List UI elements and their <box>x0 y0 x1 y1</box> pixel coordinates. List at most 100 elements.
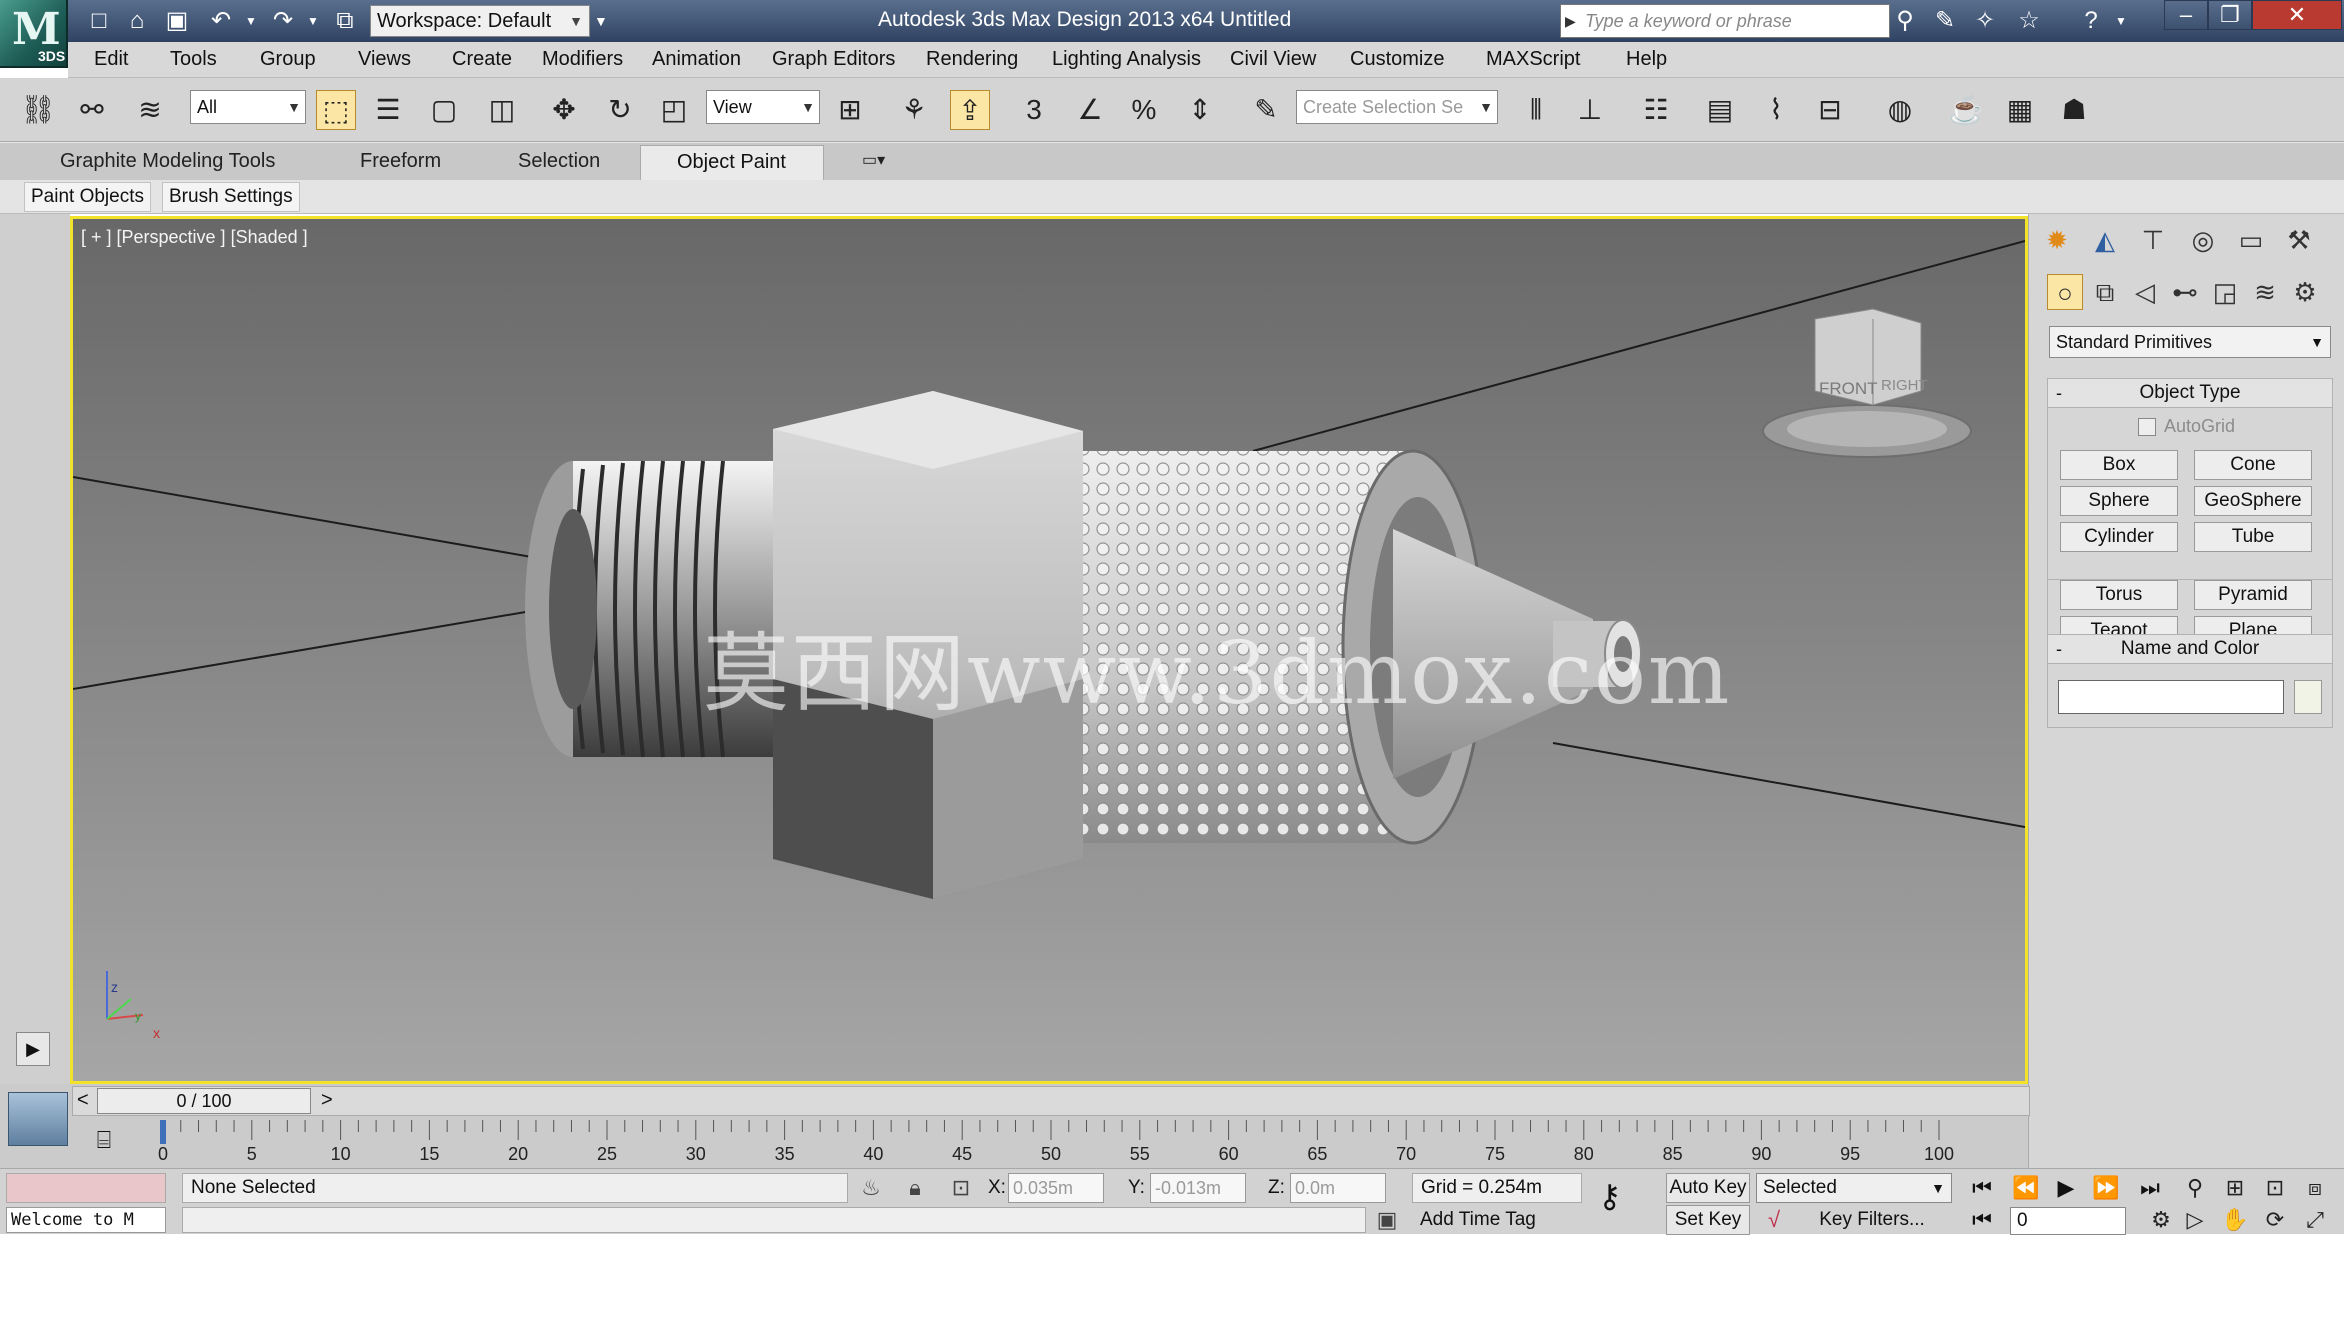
geometry-category-icon[interactable]: ○ <box>2047 274 2083 310</box>
play-animation-icon[interactable]: ▶ <box>2050 1173 2082 1203</box>
select-and-move-icon[interactable]: ✥ <box>544 90 584 130</box>
object-color-swatch[interactable] <box>2294 680 2322 714</box>
select-object-icon[interactable]: ⬚ <box>316 90 356 130</box>
current-frame-marker[interactable] <box>160 1120 166 1144</box>
percent-snap-icon[interactable]: % <box>1124 90 1164 130</box>
schematic-view-icon[interactable]: ⊟ <box>1810 90 1850 130</box>
render-production-icon[interactable]: ☗ <box>2054 90 2094 130</box>
viewcube-right-label[interactable]: RIGHT <box>1881 377 1928 394</box>
time-configuration-icon[interactable]: ⚙ <box>2144 1205 2178 1235</box>
menu-lighting-analysis[interactable]: Lighting Analysis <box>1052 48 1201 71</box>
object-category-dropdown[interactable]: Standard Primitives ▼ <box>2049 326 2331 358</box>
object-type-rollout-header[interactable]: - Object Type <box>2047 378 2333 408</box>
window-crossing-icon[interactable]: ◫ <box>482 90 522 130</box>
menu-group[interactable]: Group <box>260 48 316 71</box>
select-and-rotate-icon[interactable]: ↻ <box>600 90 640 130</box>
time-slider[interactable]: < 0 / 100 > <box>72 1086 2030 1116</box>
menu-maxscript[interactable]: MAXScript <box>1486 48 1580 71</box>
key-filters-button[interactable]: Key Filters... <box>1792 1207 1952 1233</box>
help-icon[interactable]: ? <box>2076 6 2106 36</box>
x-coordinate-field[interactable]: 0.035m <box>1008 1173 1104 1203</box>
zoom-all-icon[interactable]: ⊞ <box>2218 1173 2252 1203</box>
utilities-panel-icon[interactable]: ⚒ <box>2281 222 2317 258</box>
new-file-icon[interactable]: □ <box>84 6 114 36</box>
maximize-button[interactable]: ❐ <box>2208 0 2252 30</box>
favorites-star-icon[interactable]: ☆ <box>2014 6 2044 36</box>
menu-graph-editors[interactable]: Graph Editors <box>772 48 895 71</box>
viewport-label[interactable]: [ + ] [Perspective ] [Shaded ] <box>81 227 308 248</box>
modify-panel-icon[interactable]: ◭ <box>2087 222 2123 258</box>
perspective-viewport[interactable]: [ + ] [Perspective ] [Shaded ] FRONT RIG… <box>70 216 2028 1084</box>
select-manipulate-icon[interactable]: ⚘ <box>894 90 934 130</box>
maxscript-listener-output[interactable]: Welcome to M <box>6 1207 166 1233</box>
menu-tools[interactable]: Tools <box>170 48 217 71</box>
add-time-tag[interactable]: Add Time Tag <box>1412 1207 1582 1233</box>
zoom-extents-all-icon[interactable]: ⧈ <box>2298 1173 2332 1203</box>
menu-help[interactable]: Help <box>1626 48 1667 71</box>
menu-rendering[interactable]: Rendering <box>926 48 1018 71</box>
rectangular-selection-icon[interactable]: ▢ <box>424 90 464 130</box>
key-mode-selection-dropdown[interactable]: Selected ▼ <box>1756 1173 1952 1203</box>
menu-modifiers[interactable]: Modifiers <box>542 48 623 71</box>
panel-brush-settings[interactable]: Brush Settings <box>162 182 300 212</box>
open-mini-curve-editor-icon[interactable]: ⌸ <box>86 1126 122 1156</box>
panel-paint-objects[interactable]: Paint Objects <box>24 182 151 212</box>
reference-coordinate-dropdown[interactable]: View ▼ <box>706 90 820 124</box>
menu-create[interactable]: Create <box>452 48 512 71</box>
tube-button[interactable]: Tube <box>2194 522 2312 552</box>
pyramid-button[interactable]: Pyramid <box>2194 580 2312 610</box>
maxscript-mini-listener[interactable] <box>6 1173 166 1203</box>
mini-curve-editor-toggle[interactable] <box>8 1092 68 1146</box>
cylinder-button[interactable]: Cylinder <box>2060 522 2178 552</box>
application-menu-button[interactable]: M 3DS <box>0 0 68 68</box>
communication-icon[interactable]: ✧ <box>1970 6 2000 36</box>
named-selection-dropdown[interactable]: Create Selection Se ▼ <box>1296 90 1498 124</box>
maximize-viewport-icon[interactable]: ⤢ <box>2298 1205 2332 1235</box>
absolute-transform-icon[interactable]: ⊡ <box>946 1173 976 1203</box>
select-and-link-icon[interactable]: ⛓ <box>18 90 58 130</box>
align-icon[interactable]: ⊥ <box>1570 90 1610 130</box>
current-frame-field[interactable]: 0 <box>2010 1207 2126 1235</box>
edit-named-selection-icon[interactable]: ✎ <box>1246 90 1286 130</box>
pan-view-icon[interactable]: ✋ <box>2218 1205 2252 1235</box>
next-key-icon[interactable]: ⏩ <box>2090 1173 2122 1203</box>
select-and-scale-icon[interactable]: ◰ <box>654 90 694 130</box>
menu-civil-view[interactable]: Civil View <box>1230 48 1316 71</box>
snaps-toggle-icon[interactable]: 3 <box>1014 90 1054 130</box>
helpers-category-icon[interactable]: ◲ <box>2207 274 2243 310</box>
key-mode-toggle-icon[interactable]: ⏮ <box>1966 1205 1998 1235</box>
tab-graphite-modeling-tools[interactable]: Graphite Modeling Tools <box>60 150 275 173</box>
motion-panel-icon[interactable]: ◎ <box>2185 222 2221 258</box>
viewport-layout-tab-toggle[interactable]: ▶ <box>16 1032 50 1066</box>
lights-category-icon[interactable]: ◁ <box>2127 274 2163 310</box>
rendered-frame-window-icon[interactable]: ▦ <box>2000 90 2040 130</box>
space-warps-category-icon[interactable]: ≋ <box>2247 274 2283 310</box>
object-name-field[interactable] <box>2058 680 2284 714</box>
zoom-icon[interactable]: ⚲ <box>2178 1173 2212 1203</box>
project-folder-icon[interactable]: ⧉ <box>330 6 360 36</box>
track-bar-ruler[interactable]: 0 5 10 15 20 25 30 35 40 45 50 55 60 65 70 75 80 85 90 95 10… <box>155 1118 1955 1166</box>
layer-manager-icon[interactable]: ☷ <box>1636 90 1676 130</box>
sphere-button[interactable]: Sphere <box>2060 486 2178 516</box>
pivot-center-icon[interactable]: ⊞ <box>830 90 870 130</box>
material-editor-icon[interactable]: ◍ <box>1880 90 1920 130</box>
time-tag-icon[interactable]: ▣ <box>1372 1205 1402 1235</box>
render-setup-icon[interactable]: ☕ <box>1946 90 1986 130</box>
field-of-view-icon[interactable]: ▷ <box>2178 1205 2212 1235</box>
selection-lock-icon[interactable]: 🔒︎ <box>900 1173 930 1203</box>
viewcube-front-label[interactable]: FRONT <box>1819 379 1878 399</box>
time-slider-thumb[interactable]: 0 / 100 <box>97 1088 311 1114</box>
angle-snap-icon[interactable]: ∠ <box>1070 90 1110 130</box>
torus-button[interactable]: Torus <box>2060 580 2178 610</box>
spinner-snap-icon[interactable]: ⇕ <box>1180 90 1220 130</box>
geosphere-button[interactable]: GeoSphere <box>2194 486 2312 516</box>
set-key-button[interactable]: Set Key <box>1666 1205 1750 1235</box>
selection-filter-dropdown[interactable]: All ▼ <box>190 90 306 124</box>
go-to-start-icon[interactable]: ⏮ <box>1966 1173 1998 1203</box>
systems-category-icon[interactable]: ⚙ <box>2287 274 2323 310</box>
cone-button[interactable]: Cone <box>2194 450 2312 480</box>
undo-icon[interactable]: ↶ <box>206 6 236 36</box>
zoom-extents-icon[interactable]: ⊡ <box>2258 1173 2292 1203</box>
menu-customize[interactable]: Customize <box>1350 48 1444 71</box>
shapes-category-icon[interactable]: ⧉ <box>2087 274 2123 310</box>
